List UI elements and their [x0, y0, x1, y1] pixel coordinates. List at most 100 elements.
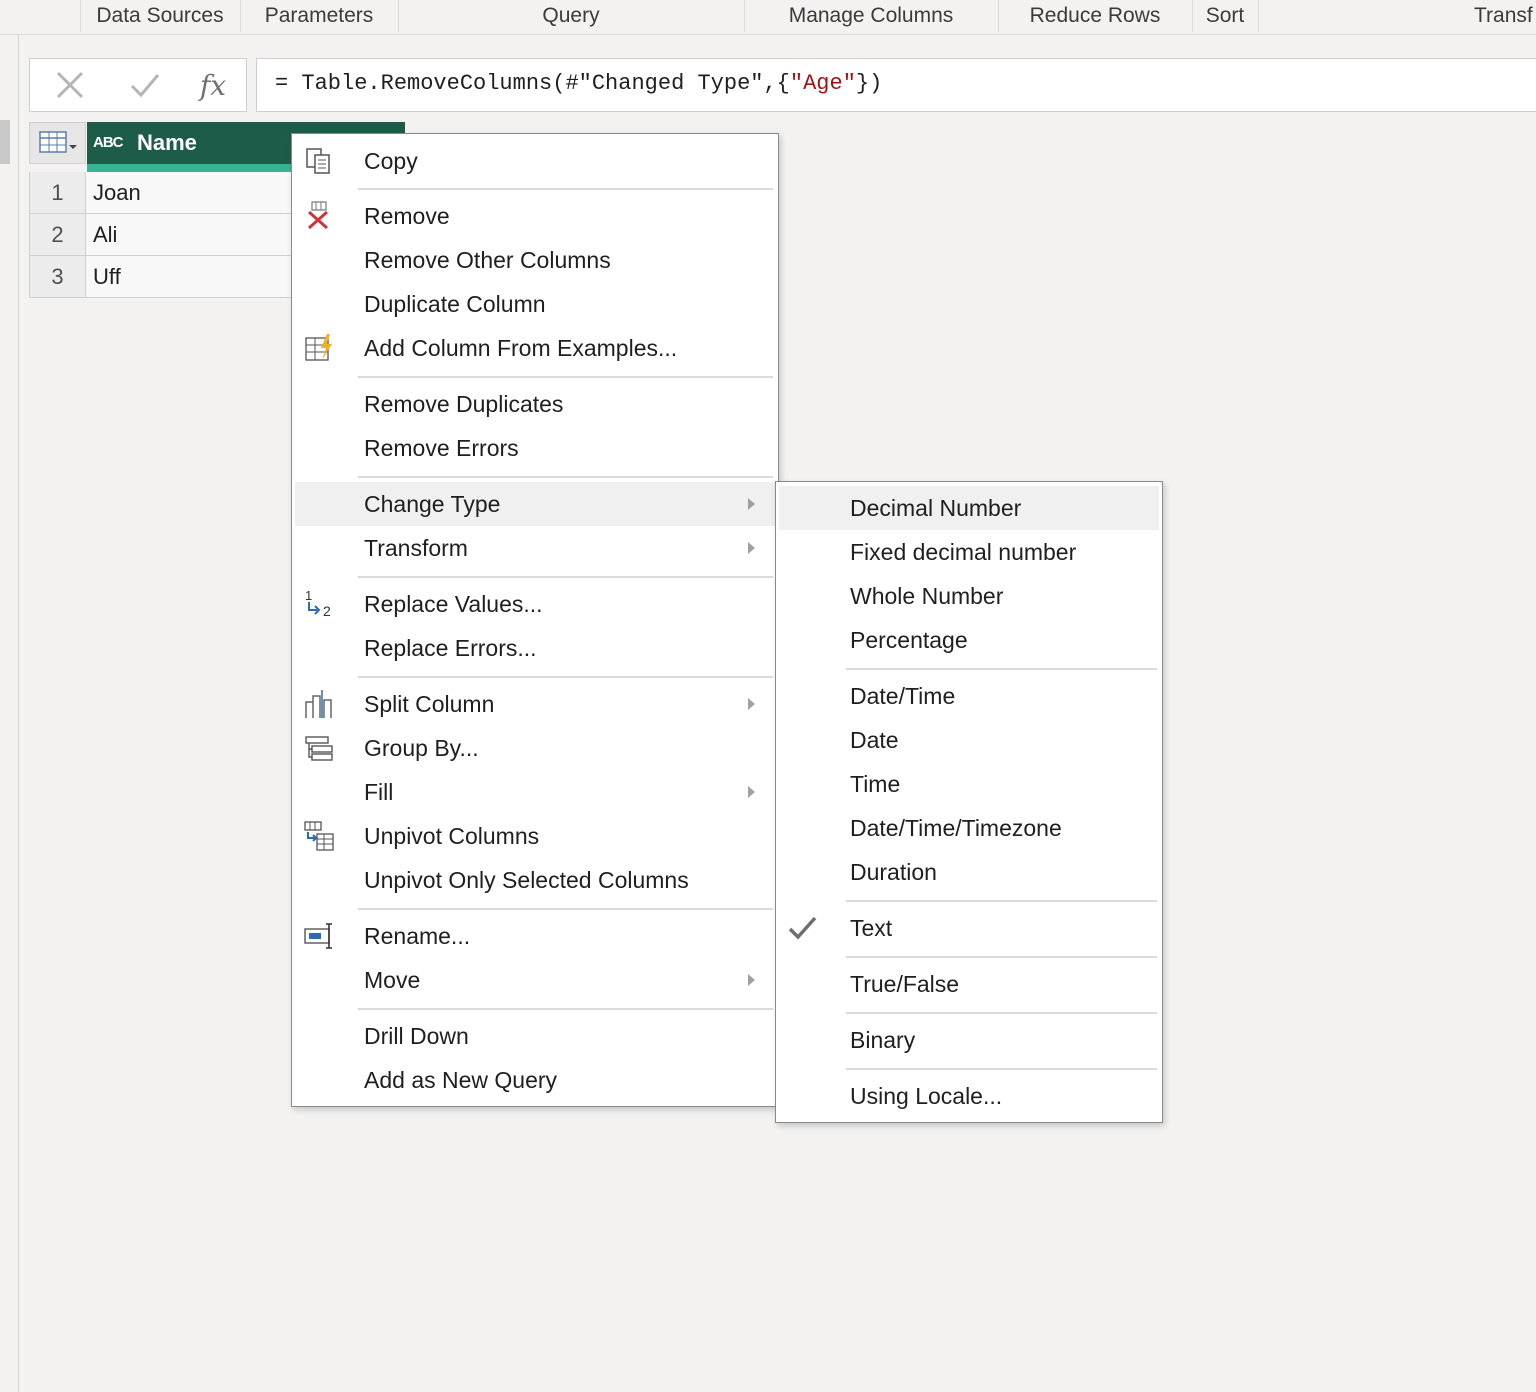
- menu-item-label: Percentage: [850, 627, 968, 653]
- submenu-arrow-icon: [748, 698, 755, 710]
- menu-item-remove-duplicates[interactable]: Remove Duplicates: [295, 382, 775, 426]
- menu-separator: [358, 188, 773, 190]
- queries-pane-collapsed[interactable]: [0, 35, 19, 1392]
- split-column-icon: [305, 690, 332, 718]
- menu-item-label: Remove Other Columns: [364, 247, 611, 273]
- ribbon-group-manage-columns[interactable]: Manage Columns: [744, 0, 998, 34]
- menu-item-split-column[interactable]: Split Column: [295, 682, 775, 726]
- menu-item-group-by[interactable]: Group By...: [295, 726, 775, 770]
- menu-item-label: Transform: [364, 535, 468, 561]
- x-icon: [56, 71, 84, 99]
- ribbon-group-parameters[interactable]: Parameters: [240, 0, 398, 34]
- cell-value[interactable]: Ali: [93, 214, 117, 255]
- menu-separator: [358, 1008, 773, 1010]
- insert-function-button[interactable]: fx: [193, 65, 233, 105]
- menu-item-add-as-new-query[interactable]: Add as New Query: [295, 1058, 775, 1102]
- type-option-percentage[interactable]: Percentage: [779, 618, 1159, 662]
- row-index: 2: [29, 214, 86, 255]
- ribbon-group-reduce-rows[interactable]: Reduce Rows: [998, 0, 1192, 34]
- formula-suffix: }): [855, 71, 883, 96]
- menu-item-add-column-from-examples[interactable]: Add Column From Examples...: [295, 326, 775, 370]
- submenu-arrow-icon: [748, 498, 755, 510]
- ribbon-group-query[interactable]: Query: [398, 0, 744, 34]
- menu-item-label: Time: [850, 771, 901, 797]
- table-row[interactable]: 1 Joan: [29, 172, 329, 214]
- ribbon-group-transform[interactable]: Transf: [1474, 0, 1536, 34]
- table-icon: [39, 131, 77, 153]
- checkmark-icon: [788, 916, 817, 940]
- menu-item-duplicate-column[interactable]: Duplicate Column: [295, 282, 775, 326]
- menu-item-label: Split Column: [364, 691, 495, 717]
- menu-item-label: Duplicate Column: [364, 291, 546, 317]
- menu-item-label: Whole Number: [850, 583, 1004, 609]
- menu-item-label: Drill Down: [364, 1023, 469, 1049]
- type-option-decimal-number[interactable]: Decimal Number: [779, 486, 1159, 530]
- menu-item-copy[interactable]: Copy: [295, 139, 775, 183]
- rename-icon: [304, 923, 332, 949]
- type-option-date-time[interactable]: Date/Time: [779, 674, 1159, 718]
- menu-item-label: Rename...: [364, 923, 471, 949]
- type-option-using-locale[interactable]: Using Locale...: [779, 1074, 1159, 1118]
- replace-values-icon: 1 2: [305, 588, 331, 619]
- table-menu-button[interactable]: [29, 122, 86, 164]
- menu-separator: [358, 676, 773, 678]
- menu-item-rename[interactable]: Rename...: [295, 914, 775, 958]
- menu-separator: [358, 476, 773, 478]
- menu-separator: [846, 1012, 1157, 1014]
- submenu-arrow-icon: [748, 974, 755, 986]
- menu-item-label: Unpivot Only Selected Columns: [364, 867, 689, 893]
- type-option-binary[interactable]: Binary: [779, 1018, 1159, 1062]
- commit-formula-button[interactable]: [125, 65, 165, 105]
- menu-item-label: Move: [364, 967, 421, 993]
- submenu-arrow-icon: [748, 786, 755, 798]
- queries-pane-selection: [0, 120, 10, 164]
- menu-item-remove-errors[interactable]: Remove Errors: [295, 426, 775, 470]
- menu-item-unpivot-only-selected[interactable]: Unpivot Only Selected Columns: [295, 858, 775, 902]
- menu-item-drill-down[interactable]: Drill Down: [295, 1014, 775, 1058]
- table-row[interactable]: 3 Uff: [29, 256, 329, 298]
- menu-item-label: Using Locale...: [850, 1083, 1003, 1109]
- menu-item-label: Replace Errors...: [364, 635, 537, 661]
- menu-item-remove-other-columns[interactable]: Remove Other Columns: [295, 238, 775, 282]
- menu-item-replace-values[interactable]: 1 2 Replace Values...: [295, 582, 775, 626]
- menu-item-label: Replace Values...: [364, 591, 543, 617]
- menu-item-label: Binary: [850, 1027, 916, 1053]
- type-option-date-time-timezone[interactable]: Date/Time/Timezone: [779, 806, 1159, 850]
- cell-value[interactable]: Uff: [93, 256, 121, 297]
- menu-item-label: Decimal Number: [850, 495, 1022, 521]
- menu-item-label: Fixed decimal number: [850, 539, 1077, 565]
- menu-item-transform[interactable]: Transform: [295, 526, 775, 570]
- menu-item-fill[interactable]: Fill: [295, 770, 775, 814]
- menu-separator: [358, 908, 773, 910]
- formula-input[interactable]: = Table.RemoveColumns(#"Changed Type",{"…: [256, 58, 1536, 112]
- type-option-whole-number[interactable]: Whole Number: [779, 574, 1159, 618]
- ribbon-group-data-sources[interactable]: Data Sources: [80, 0, 240, 34]
- menu-item-label: Remove Duplicates: [364, 391, 564, 417]
- menu-separator: [358, 576, 773, 578]
- type-option-time[interactable]: Time: [779, 762, 1159, 806]
- menu-item-replace-errors[interactable]: Replace Errors...: [295, 626, 775, 670]
- table-row[interactable]: 2 Ali: [29, 214, 329, 256]
- type-option-text[interactable]: Text: [779, 906, 1159, 950]
- menu-separator: [846, 668, 1157, 670]
- menu-separator: [846, 956, 1157, 958]
- text-type-icon[interactable]: ABC: [93, 134, 123, 151]
- cell-value[interactable]: Joan: [93, 172, 141, 213]
- ribbon-group-sort[interactable]: Sort: [1192, 0, 1258, 34]
- menu-item-label: Add as New Query: [364, 1067, 558, 1093]
- svg-text:2: 2: [323, 603, 331, 619]
- menu-separator: [846, 1068, 1157, 1070]
- type-option-fixed-decimal[interactable]: Fixed decimal number: [779, 530, 1159, 574]
- menu-item-label: Group By...: [364, 735, 479, 761]
- menu-item-unpivot-columns[interactable]: Unpivot Columns: [295, 814, 775, 858]
- menu-item-label: Remove Errors: [364, 435, 519, 461]
- type-option-true-false[interactable]: True/False: [779, 962, 1159, 1006]
- menu-item-label: Add Column From Examples...: [364, 335, 678, 361]
- menu-item-label: Fill: [364, 779, 394, 805]
- menu-item-change-type[interactable]: Change Type: [295, 482, 775, 526]
- type-option-date[interactable]: Date: [779, 718, 1159, 762]
- type-option-duration[interactable]: Duration: [779, 850, 1159, 894]
- menu-item-move[interactable]: Move: [295, 958, 775, 1002]
- cancel-formula-button[interactable]: [50, 65, 90, 105]
- menu-item-remove[interactable]: Remove: [295, 194, 775, 238]
